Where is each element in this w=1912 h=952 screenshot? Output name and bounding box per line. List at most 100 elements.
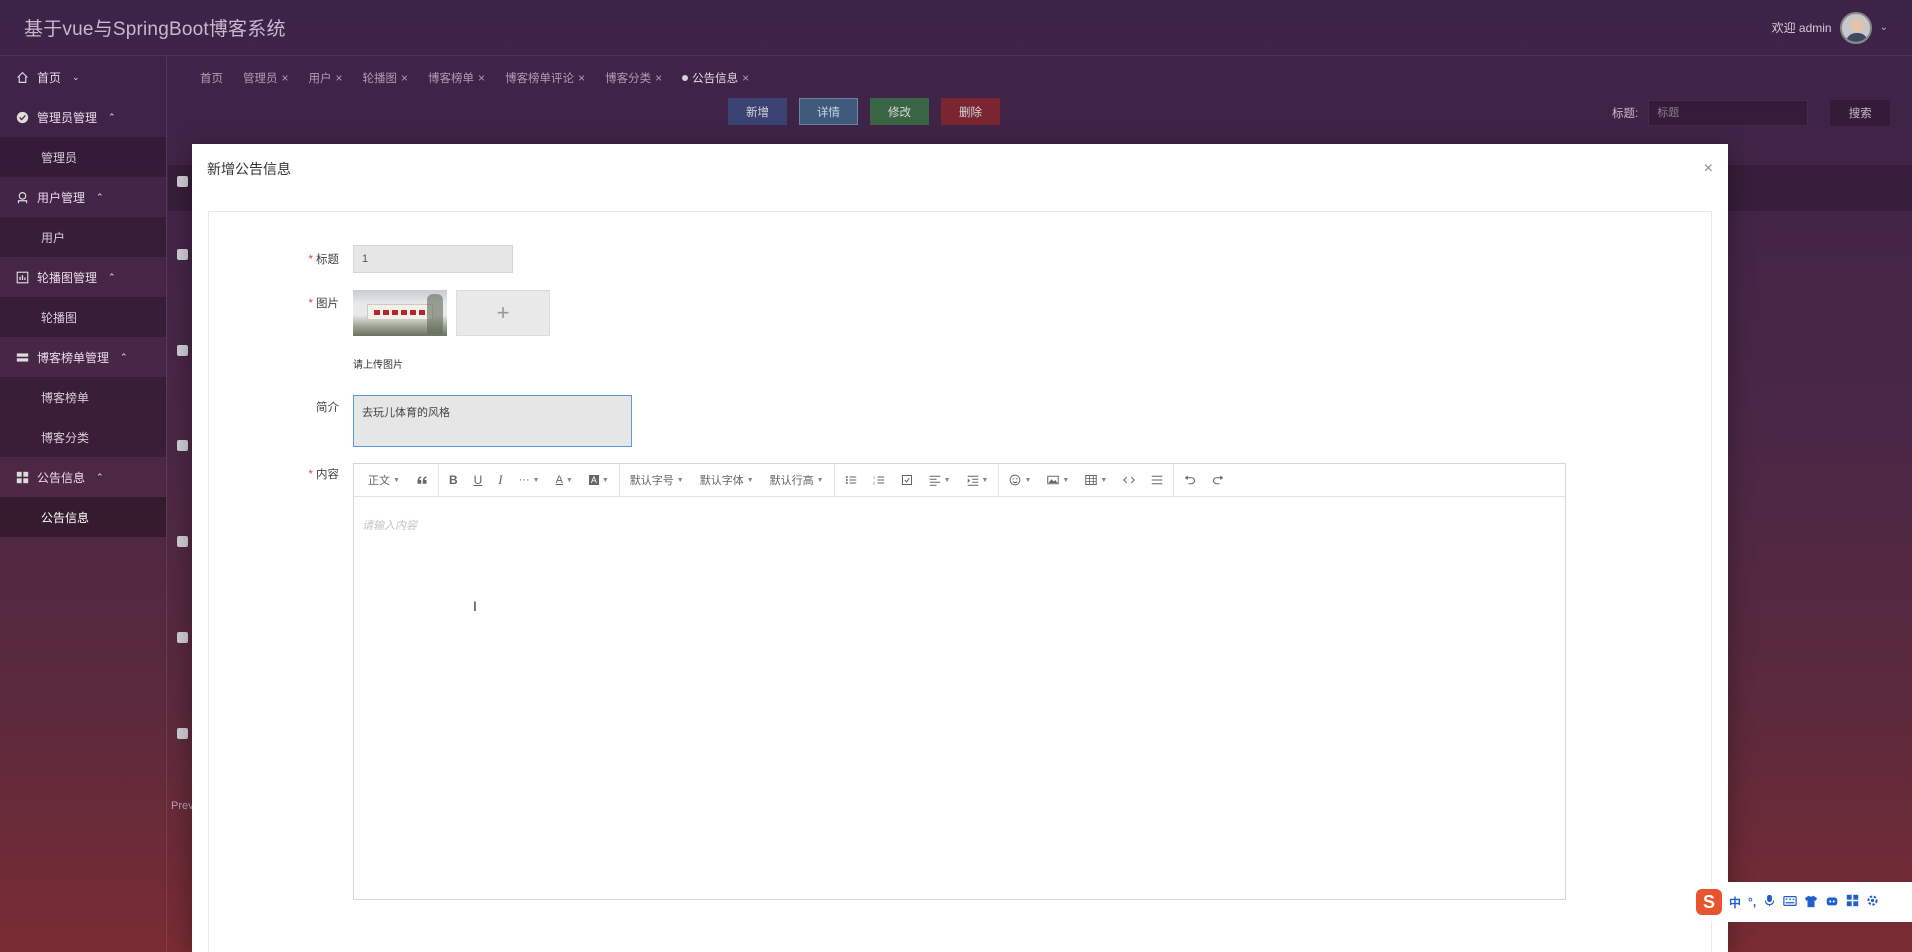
ime-punctuation[interactable]: °,	[1748, 895, 1756, 909]
underline-icon[interactable]: U	[466, 464, 491, 497]
sidebar-item-admin[interactable]: 管理员	[0, 137, 166, 177]
pagination-prev[interactable]: Prev	[171, 800, 194, 812]
redo-icon[interactable]	[1204, 464, 1232, 497]
title-input[interactable]	[353, 245, 513, 273]
settings-icon[interactable]	[1866, 894, 1879, 910]
add-button[interactable]: 新增	[728, 98, 787, 125]
align-icon[interactable]: ▼	[921, 464, 959, 497]
checkbox[interactable]	[177, 176, 188, 187]
ime-chinese-mode[interactable]: 中	[1729, 894, 1741, 911]
modal-title: 新增公告信息	[207, 161, 291, 177]
bulleted-list-icon[interactable]	[837, 464, 865, 497]
svg-text:2: 2	[873, 482, 875, 486]
tab-home[interactable]: 首页	[200, 70, 223, 86]
sidebar-item-admin-management[interactable]: 管理员管理 ⌃	[0, 97, 166, 137]
tab-carousel[interactable]: 轮播图 ×	[363, 70, 409, 86]
image-icon[interactable]: ▼	[1039, 464, 1077, 497]
edit-button[interactable]: 修改	[870, 98, 929, 125]
todo-checkbox-icon[interactable]	[893, 464, 921, 497]
sidebar-item-blog-category[interactable]: 博客分类	[0, 417, 166, 457]
checkbox[interactable]	[177, 632, 188, 643]
sidebar-item-user[interactable]: 用户	[0, 217, 166, 257]
paragraph-dropdown[interactable]: 正文 ▼	[360, 464, 408, 497]
font-color-icon[interactable]: A ▼	[548, 464, 581, 497]
checkbox[interactable]	[177, 728, 188, 739]
microphone-icon[interactable]	[1763, 894, 1776, 910]
indent-icon[interactable]: ▼	[959, 464, 997, 497]
close-icon[interactable]: ×	[1704, 160, 1713, 178]
sidebar-item-home[interactable]: 首页 ⌄	[0, 57, 166, 97]
avatar[interactable]	[1839, 11, 1872, 44]
divider-icon[interactable]	[1143, 464, 1171, 497]
sidebar-item-label: 首页	[37, 70, 62, 85]
apps-icon	[15, 470, 29, 484]
plus-icon: +	[496, 300, 510, 325]
editor-placeholder: 请输入内容	[362, 520, 417, 532]
sidebar-item-blog-ranking-management[interactable]: 博客榜单管理 ⌃	[0, 337, 166, 377]
text-cursor-icon: I	[473, 598, 477, 614]
uploaded-image-thumbnail[interactable]	[353, 290, 447, 336]
font-family-dropdown[interactable]: 默认字体 ▼	[692, 464, 762, 497]
close-icon[interactable]: ×	[578, 71, 585, 85]
tab-admin[interactable]: 管理员 ×	[243, 70, 289, 86]
tab-notice[interactable]: 公告信息 ×	[682, 70, 749, 86]
chevron-down-icon: ⌄	[72, 71, 80, 82]
tab-user[interactable]: 用户 ×	[309, 70, 343, 86]
sidebar-item-carousel-management[interactable]: 轮播图管理 ⌃	[0, 257, 166, 297]
close-icon[interactable]: ×	[742, 71, 749, 85]
checkbox[interactable]	[177, 440, 188, 451]
checkbox[interactable]	[177, 345, 188, 356]
delete-button[interactable]: 删除	[941, 98, 1000, 125]
chevron-down-icon[interactable]: ⌄	[1880, 22, 1888, 33]
close-icon[interactable]: ×	[655, 71, 662, 85]
sidebar-item-label: 管理员管理	[37, 110, 98, 125]
close-icon[interactable]: ×	[282, 71, 289, 85]
background-color-icon[interactable]: A ▼	[581, 464, 617, 497]
search-label: 标题:	[1612, 108, 1639, 120]
close-icon[interactable]: ×	[478, 71, 485, 85]
undo-icon[interactable]	[1176, 464, 1204, 497]
emoji-icon[interactable]: ▼	[1001, 464, 1039, 497]
close-icon[interactable]: ×	[401, 71, 408, 85]
bold-icon[interactable]: B	[441, 464, 466, 497]
sidebar: 首页 ⌄ 管理员管理 ⌃ 管理员 用户管理 ⌃ 用户 轮播图管理 ⌃ 轮播图 博…	[0, 57, 167, 952]
modal-header: 新增公告信息 ×	[192, 144, 1728, 194]
more-style-icon[interactable]: ··· ▼	[511, 464, 548, 497]
numbered-list-icon[interactable]: 12	[865, 464, 893, 497]
intro-textarea[interactable]: 去玩儿体育的风格	[353, 395, 632, 447]
svg-text:1: 1	[873, 476, 875, 480]
line-height-dropdown[interactable]: 默认行高 ▼	[762, 464, 832, 497]
sidebar-item-user-management[interactable]: 用户管理 ⌃	[0, 177, 166, 217]
quote-icon[interactable]	[408, 464, 436, 497]
tab-blog-ranking[interactable]: 博客榜单 ×	[428, 70, 485, 86]
sidebar-item-notice-management[interactable]: 公告信息 ⌃	[0, 457, 166, 497]
search-button[interactable]: 搜索	[1830, 100, 1891, 126]
action-buttons: 新增 详情 修改 删除	[728, 98, 1000, 125]
sidebar-item-label: 轮播图管理	[37, 270, 98, 285]
italic-icon[interactable]: I	[490, 464, 510, 497]
detail-button[interactable]: 详情	[799, 98, 858, 125]
chevron-up-icon: ⌃	[120, 351, 128, 362]
skin-shirt-icon[interactable]	[1804, 894, 1818, 911]
apps-grid-icon[interactable]	[1846, 894, 1859, 910]
tab-blog-ranking-comment[interactable]: 博客榜单评论 ×	[505, 70, 585, 86]
sidebar-item-notice[interactable]: 公告信息	[0, 497, 166, 537]
search-input[interactable]	[1648, 100, 1809, 126]
image-label: * 图片	[308, 298, 339, 310]
sogou-logo-icon[interactable]: S	[1696, 889, 1722, 915]
code-icon[interactable]	[1115, 464, 1143, 497]
robot-icon[interactable]	[1825, 894, 1839, 911]
content-label: * 内容	[308, 469, 339, 481]
sidebar-item-label: 博客榜单管理	[37, 350, 110, 365]
sidebar-item-blog-ranking[interactable]: 博客榜单	[0, 377, 166, 417]
font-size-dropdown[interactable]: 默认字号 ▼	[622, 464, 692, 497]
sidebar-item-carousel[interactable]: 轮播图	[0, 297, 166, 337]
tab-blog-category[interactable]: 博客分类 ×	[605, 70, 662, 86]
keyboard-icon[interactable]	[1783, 894, 1797, 911]
upload-button[interactable]: +	[456, 290, 550, 336]
close-icon[interactable]: ×	[336, 71, 343, 85]
table-icon[interactable]: ▼	[1077, 464, 1115, 497]
checkbox[interactable]	[177, 536, 188, 547]
checkbox[interactable]	[177, 249, 188, 260]
user-menu[interactable]: 欢迎 admin ⌄	[1772, 11, 1888, 44]
